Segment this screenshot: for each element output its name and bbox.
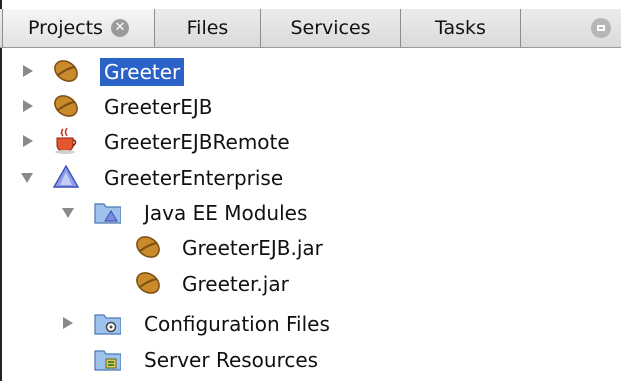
tab-tasks[interactable]: Tasks xyxy=(401,9,521,47)
tree-node-label: GreeterEJB.jar xyxy=(182,236,323,260)
tab-services-label: Services xyxy=(290,17,371,39)
enterprise-triangle-icon xyxy=(52,163,80,191)
collapse-arrow-icon[interactable] xyxy=(19,170,35,186)
tab-files[interactable]: Files xyxy=(155,9,261,47)
tree-node-label: GreeterEJB xyxy=(104,95,213,119)
collapse-arrow-icon[interactable] xyxy=(60,205,76,221)
tree-node-label: GreeterEJBRemote xyxy=(104,130,290,154)
projects-window: Projects ✕ Files Services Tasks Greeter xyxy=(0,0,621,381)
tab-projects[interactable]: Projects ✕ xyxy=(2,9,155,47)
expand-arrow-icon[interactable] xyxy=(20,98,36,114)
bean-icon xyxy=(134,233,162,261)
tree-node-label: Greeter xyxy=(100,58,185,86)
expand-arrow-icon[interactable] xyxy=(20,63,36,79)
close-icon[interactable]: ✕ xyxy=(110,19,129,37)
tree-node-label: Server Resources xyxy=(144,348,319,372)
tree-node-label: Greeter.jar xyxy=(182,272,289,296)
modules-folder-icon xyxy=(93,198,121,226)
tree-node-label: Configuration Files xyxy=(144,312,330,336)
tab-services[interactable]: Services xyxy=(261,9,401,47)
bean-icon xyxy=(52,92,80,120)
tab-bar: Projects ✕ Files Services Tasks xyxy=(0,9,621,48)
bean-icon xyxy=(52,57,80,85)
bean-icon xyxy=(134,269,162,297)
tab-files-label: Files xyxy=(186,17,229,39)
server-folder-icon xyxy=(93,345,121,373)
tab-tasks-label: Tasks xyxy=(435,17,486,39)
expand-arrow-icon[interactable] xyxy=(60,315,76,331)
expand-arrow-icon[interactable] xyxy=(20,133,36,149)
project-tree: Greeter GreeterEJB GreeterEJBRemote Gree… xyxy=(0,48,621,381)
tree-node-label: GreeterEnterprise xyxy=(104,166,284,190)
tab-projects-label: Projects xyxy=(28,17,103,39)
config-folder-icon xyxy=(93,309,121,337)
tree-node-label: Java EE Modules xyxy=(144,201,308,225)
coffee-cup-icon xyxy=(52,127,80,155)
restore-window-icon[interactable] xyxy=(591,18,611,38)
